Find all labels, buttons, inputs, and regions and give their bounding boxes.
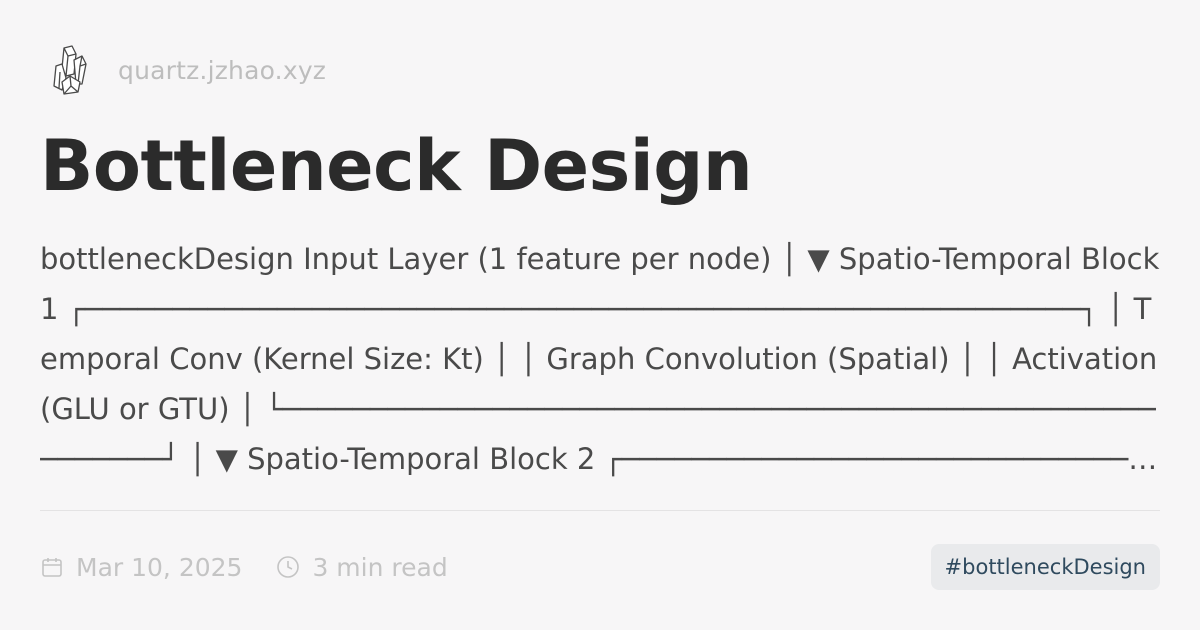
og-card: quartz.jzhao.xyz Bottleneck Design bottl… — [0, 0, 1200, 630]
page-description: bottleneckDesign Input Layer (1 feature … — [40, 242, 1160, 476]
date-meta: Mar 10, 2025 — [40, 553, 242, 582]
reading-time: 3 min read — [312, 552, 448, 582]
page-title: Bottleneck Design — [40, 125, 753, 207]
clock-icon — [277, 556, 300, 578]
crystal-logo-icon — [44, 40, 96, 100]
divider — [40, 510, 1160, 511]
tag-badge[interactable]: #bottleneckDesign — [930, 544, 1160, 590]
page-meta: Mar 10, 2025 3 min read #bottleneckDesig… — [40, 543, 1160, 591]
site-domain[interactable]: quartz.jzhao.xyz — [118, 56, 326, 85]
calendar-icon — [42, 558, 62, 577]
site-header: quartz.jzhao.xyz — [40, 40, 1160, 100]
publish-date: Mar 10, 2025 — [76, 552, 243, 582]
reading-time-meta: 3 min read — [276, 552, 448, 582]
